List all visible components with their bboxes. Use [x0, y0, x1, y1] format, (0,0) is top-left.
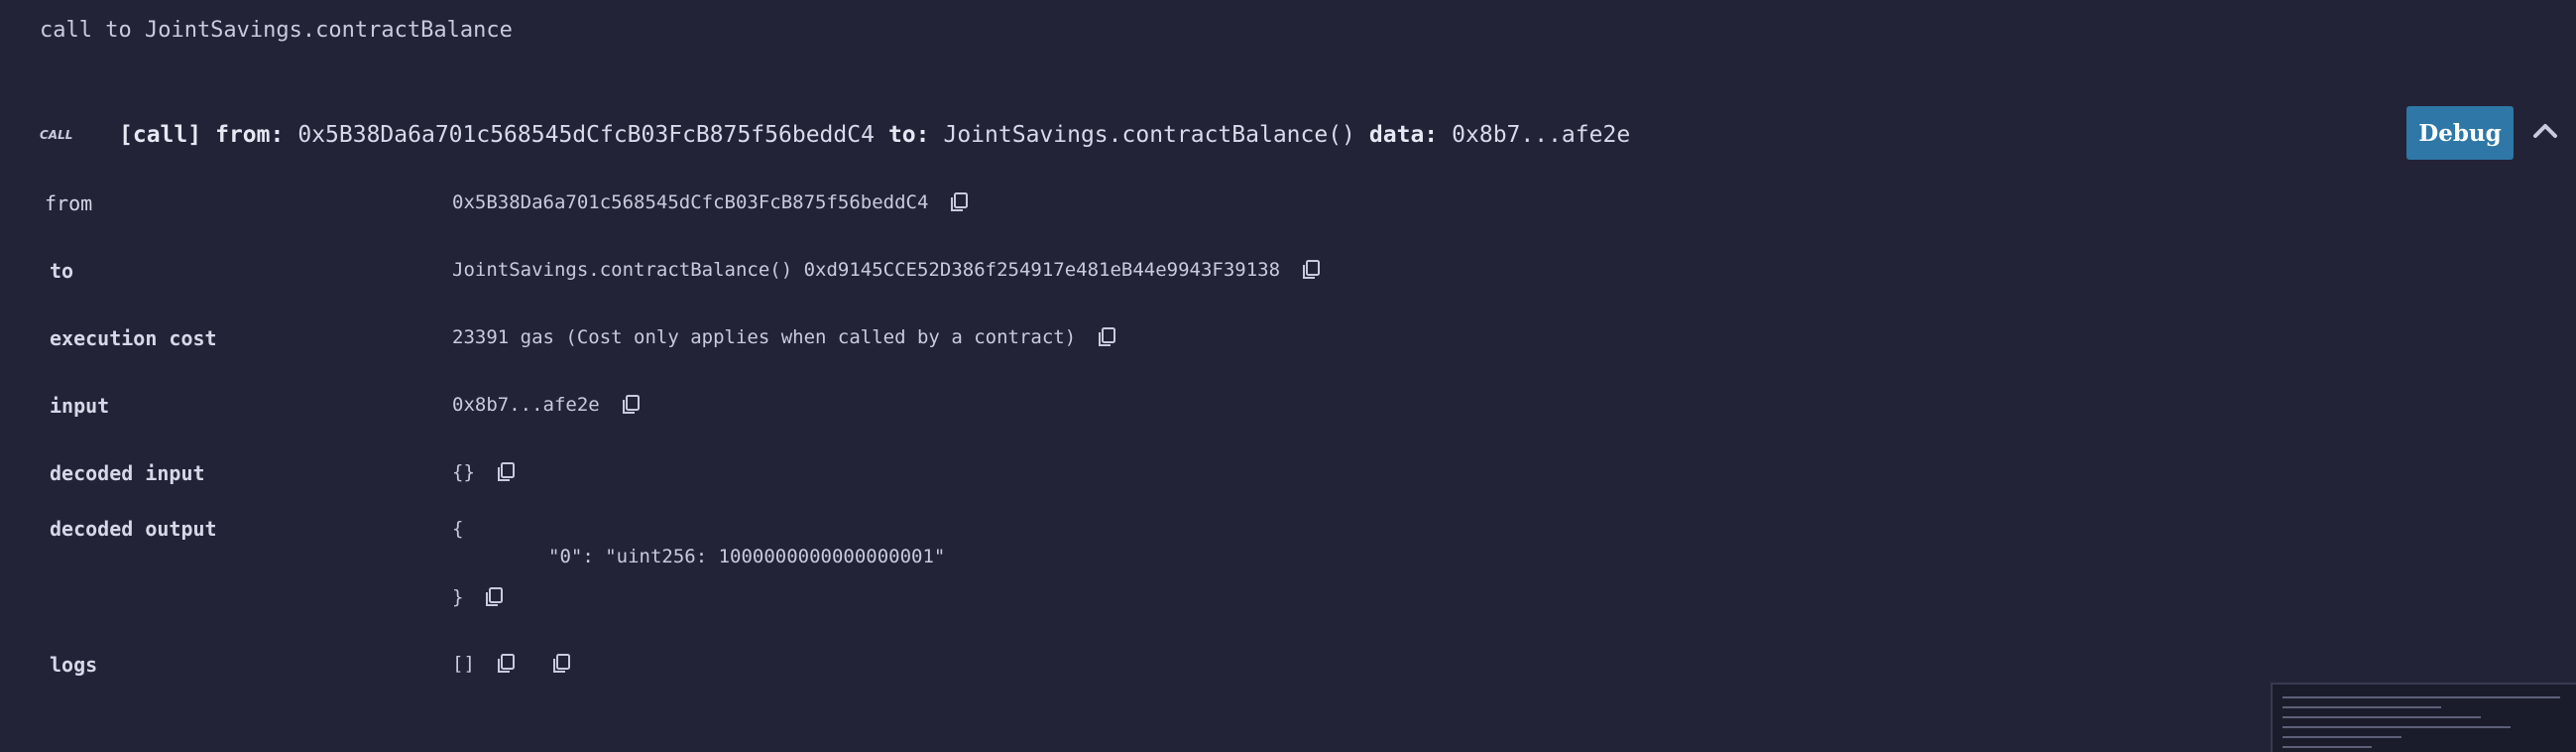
call-type: [call]: [119, 122, 202, 148]
logs-label: logs: [50, 653, 98, 677]
copy-icon[interactable]: [495, 461, 517, 483]
call-title: call to JointSavings.contractBalance: [40, 18, 513, 43]
transaction-summary-bar[interactable]: CALL [call] from: 0x5B38Da6a701c568545dCfc…: [40, 115, 2576, 155]
copy-icon[interactable]: [1300, 259, 1322, 281]
input-value-wrap: 0x8b7...afe2e: [452, 394, 642, 416]
decoded-output-close: }: [452, 586, 464, 608]
copy-icon[interactable]: [1096, 326, 1117, 348]
execution-cost-value: 23391 gas (Cost only applies when called…: [452, 326, 1077, 348]
transaction-log-panel: call to JointSavings.contractBalance CAL…: [0, 0, 2576, 752]
decoded-output-label: decoded output: [50, 517, 217, 541]
to-function: JointSavings.contractBalance(): [943, 122, 1355, 148]
decoded-input-value: {}: [452, 461, 475, 483]
input-value: 0x8b7...afe2e: [452, 394, 600, 416]
data-value: 0x8b7...afe2e: [1452, 122, 1631, 148]
to-key: to:: [887, 122, 930, 148]
to-label: to: [50, 259, 74, 283]
copy-icon[interactable]: [495, 653, 517, 675]
copy-icon[interactable]: [550, 653, 572, 675]
minimap-thumbnail[interactable]: [2271, 683, 2576, 752]
logs-value: []: [452, 653, 475, 675]
input-label: input: [50, 394, 110, 418]
to-value: JointSavings.contractBalance() 0xd9145CC…: [452, 259, 1281, 281]
to-value-wrap: JointSavings.contractBalance() 0xd9145CC…: [452, 259, 1322, 281]
execution-cost-value-wrap: 23391 gas (Cost only applies when called…: [452, 326, 1117, 348]
copy-icon[interactable]: [620, 394, 642, 416]
debug-button[interactable]: Debug: [2406, 106, 2514, 160]
from-address: 0x5B38Da6a701c568545dCfcB03FcB875f56bedd…: [297, 122, 875, 148]
decoded-output-open: {: [452, 518, 464, 540]
transaction-summary: [call] from: 0x5B38Da6a701c568545dCfcB03Fc…: [119, 122, 1630, 148]
decoded-output-entry: "0": "uint256: 1000000000000000001": [548, 546, 946, 567]
copy-icon[interactable]: [948, 191, 970, 213]
decoded-input-value-wrap: {}: [452, 461, 517, 483]
from-value-wrap: 0x5B38Da6a701c568545dCfcB03FcB875f56bedd…: [452, 191, 970, 213]
decoded-input-label: decoded input: [50, 461, 205, 485]
logs-value-wrap: []: [452, 653, 572, 675]
from-key: from:: [215, 122, 285, 148]
call-badge: CALL: [40, 128, 73, 142]
data-key: data:: [1368, 122, 1439, 148]
chevron-up-icon[interactable]: [2531, 117, 2559, 145]
detail-row-decoded-output: decoded output { "0": "uint256: 10000000…: [0, 517, 2576, 616]
from-value: 0x5B38Da6a701c568545dCfcB03FcB875f56bedd…: [452, 191, 929, 213]
copy-icon[interactable]: [483, 586, 505, 608]
decoded-output-close-wrap: }: [452, 586, 505, 608]
execution-cost-label: execution cost: [50, 326, 217, 350]
from-label: from: [45, 191, 93, 215]
